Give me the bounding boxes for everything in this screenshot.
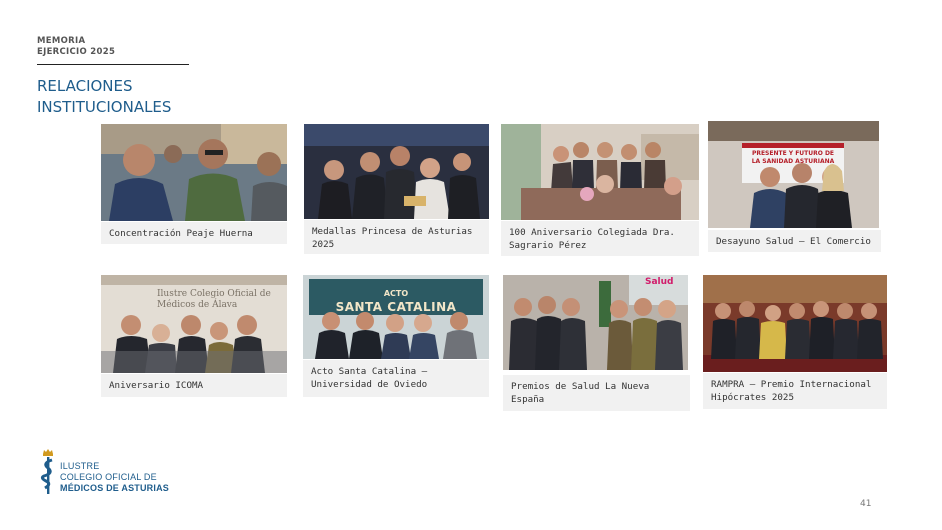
report-year: EJERCICIO 2025 (37, 47, 116, 57)
event-banner: Salud (645, 277, 674, 287)
event-photo (703, 275, 887, 372)
section-title-line1: RELACIONES (37, 77, 133, 95)
event-card-santa-catalina: ACTO SANTA CATALINA Acto Santa Catalina … (303, 275, 489, 397)
section-title-line2: INSTITUCIONALES (37, 98, 172, 116)
event-photo (304, 124, 489, 219)
event-photo (501, 124, 699, 220)
college-name-line1: ILUSTRE (60, 461, 100, 471)
event-photo (503, 275, 688, 370)
report-label: MEMORIA (37, 36, 86, 46)
event-card-desayuno-salud: Desayuno Salud – El Comercio PRESENTE Y … (708, 121, 881, 252)
event-card-peaje-huerna: Concentración Peaje Huerna (101, 124, 287, 244)
asclepius-icon (40, 449, 53, 494)
event-banner-line2: SANTA CATALINA (335, 300, 457, 314)
event-banner: Ilustre Colegio Oficial de Médicos de Ál… (157, 289, 271, 310)
event-caption: Premios de Salud La Nueva España (503, 375, 690, 411)
event-caption: Medallas Princesa de Asturias 2025 (304, 220, 489, 254)
section-title: RELACIONES INSTITUCIONALES (37, 76, 171, 118)
event-photo (708, 121, 879, 228)
event-caption: Desayuno Salud – El Comercio (708, 230, 881, 252)
page-number: 41 (860, 499, 872, 509)
event-caption: Acto Santa Catalina – Universidad de Ovi… (303, 360, 489, 397)
college-name-line2: COLEGIO OFICIAL DE (60, 472, 157, 482)
event-banner: PRESENTE Y FUTURO DE LA SANIDAD ASTURIAN… (751, 150, 835, 165)
college-name-line3: MÉDICOS DE ASTURIAS (60, 483, 169, 493)
event-card-premios-salud: Salud Premios de Salud La Nueva España (503, 275, 690, 411)
event-card-medallas-princesa: Medallas Princesa de Asturias 2025 (304, 124, 489, 254)
event-banner-line1: ACTO (383, 289, 409, 298)
report-header: MEMORIA EJERCICIO 2025 (37, 36, 115, 58)
event-caption: RAMPRA – Premio Internacional Hipócrates… (703, 373, 887, 409)
event-caption: Aniversario ICOMA (101, 374, 287, 397)
event-card-aniversario-icoma: Aniversario ICOMA Ilustre Colegio Oficia… (101, 275, 287, 397)
event-photo (303, 275, 489, 359)
event-card-rampra: RAMPRA – Premio Internacional Hipócrates… (703, 275, 887, 409)
college-name: ILUSTRE COLEGIO OFICIAL DE MÉDICOS DE AS… (60, 461, 169, 494)
event-caption: 100 Aniversario Colegiada Dra. Sagrario … (501, 221, 699, 256)
header-divider (37, 64, 189, 65)
event-card-aniversario-colegiada: 100 Aniversario Colegiada Dra. Sagrario … (501, 124, 699, 256)
event-photo (101, 124, 287, 221)
event-caption: Concentración Peaje Huerna (101, 222, 287, 244)
